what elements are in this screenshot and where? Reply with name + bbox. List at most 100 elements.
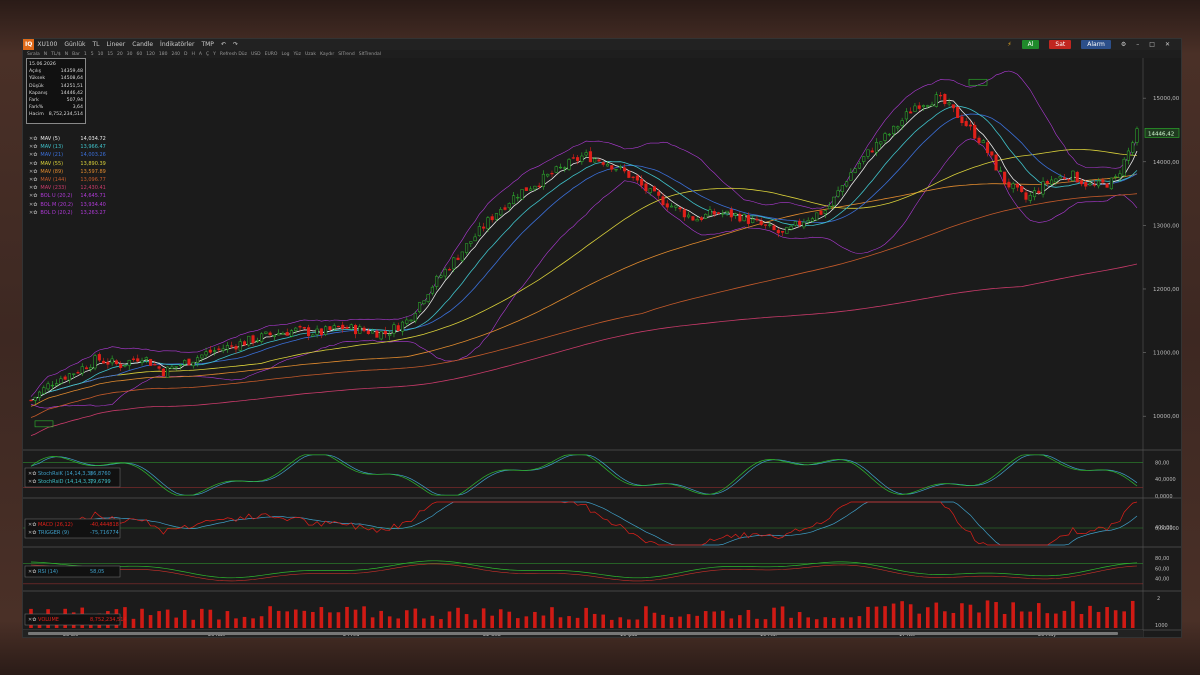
period-option[interactable]: 10 [98, 52, 104, 57]
plot-background [23, 58, 1181, 637]
period-selector[interactable]: Günlük [64, 41, 85, 48]
remove-icon: ✕✿ [28, 522, 36, 528]
candle-body [93, 355, 97, 369]
legend-item[interactable]: ✕✿ MAV (21) 14,003.26 [29, 151, 106, 159]
template-menu[interactable]: TMP [201, 41, 213, 48]
period-option[interactable]: H [192, 52, 195, 57]
period-option[interactable]: 5 [91, 52, 94, 57]
candle-body [985, 142, 990, 154]
candle-body [127, 359, 131, 366]
period-option[interactable]: Kaydır [320, 52, 334, 57]
maximize-icon[interactable]: □ [1149, 41, 1155, 48]
legend-item[interactable]: ✕✿ MAV (233) 12,430.41 [29, 184, 106, 192]
period-option[interactable]: Bar [72, 52, 80, 57]
remove-icon[interactable]: ✕✿ [29, 202, 37, 208]
period-option[interactable]: Uzak [305, 52, 316, 57]
candle-body [776, 229, 780, 234]
volume-bar [217, 619, 221, 628]
price-tick-label: 14000,00 [1153, 160, 1180, 166]
info-value: 8,752,234,514 [48, 112, 83, 118]
minimize-icon[interactable]: – [1136, 41, 1139, 48]
remove-icon[interactable]: ✕✿ [29, 210, 37, 216]
redo-icon[interactable]: ↷ [233, 41, 238, 48]
app-logo: IQ [23, 39, 35, 50]
period-option[interactable]: SItTrendal [359, 52, 381, 57]
candle-body [59, 378, 63, 384]
candle-body [695, 219, 699, 222]
legend-item[interactable]: ✕✿ MAV (5) 14,034.72 [29, 135, 106, 143]
remove-icon[interactable]: ✕✿ [29, 185, 37, 191]
horizontal-scrollbar[interactable] [28, 632, 1118, 635]
candle-body [610, 165, 614, 170]
candle-body [1003, 171, 1007, 184]
period-option[interactable]: SITrend [338, 52, 355, 57]
volume-bar [960, 603, 964, 628]
candle-body [584, 152, 588, 156]
period-option[interactable]: 240 [171, 52, 180, 57]
candle-body [97, 354, 101, 361]
remove-icon[interactable]: ✕✿ [29, 152, 37, 158]
remove-icon[interactable]: ✕✿ [29, 136, 37, 142]
chart-type-selector[interactable]: Candle [132, 41, 153, 48]
period-option[interactable]: 180 [159, 52, 168, 57]
period-option[interactable]: 30 [127, 52, 133, 57]
remove-icon[interactable]: ✕✿ [29, 161, 37, 167]
volume-bar [259, 616, 264, 628]
scale-selector[interactable]: Lineer [107, 41, 126, 48]
candle-body [161, 368, 165, 377]
currency-selector[interactable]: TL [93, 41, 100, 48]
legend-item[interactable]: ✕✿ MAV (55) 13,890.39 [29, 160, 106, 168]
period-option[interactable]: Log [281, 52, 289, 57]
remove-icon[interactable]: ✕✿ [29, 177, 37, 183]
remove-icon[interactable]: ✕✿ [29, 193, 37, 199]
info-value: 14251,51 [60, 83, 83, 89]
legend-item[interactable]: ✕✿ BOL U (20,2) 14,645.71 [29, 192, 106, 200]
period-option[interactable]: Y [213, 52, 216, 57]
period-option[interactable]: 120 [146, 52, 155, 57]
period-option[interactable]: TL/$ [51, 52, 61, 57]
candle-body [554, 166, 558, 173]
period-option[interactable]: N [44, 52, 47, 57]
period-option[interactable]: D [184, 52, 187, 57]
buy-button[interactable]: Al [1021, 40, 1040, 49]
period-option[interactable]: Yüz [293, 52, 300, 57]
candle-body [802, 221, 806, 228]
period-option[interactable]: EURO [265, 52, 278, 57]
volume-bar [627, 619, 631, 628]
alarm-button[interactable]: Alarm [1081, 40, 1111, 49]
volume-bar [994, 602, 998, 628]
volume-bar [473, 619, 477, 628]
period-option[interactable]: 15 [107, 52, 113, 57]
legend-item[interactable]: ✕✿ MAV (144) 13,096.77 [29, 176, 106, 184]
legend-item[interactable]: ✕✿ MAV (13) 13,966.47 [29, 143, 106, 151]
remove-icon[interactable]: ✕✿ [29, 169, 37, 175]
volume-tick-label: 1000 [1155, 623, 1168, 629]
legend-item[interactable]: ✕✿ BOL D (20,2) 13,263.27 [29, 209, 106, 217]
lightning-icon[interactable]: ⚡ [1007, 41, 1011, 48]
period-option[interactable]: 1 [84, 52, 87, 57]
candle-body [793, 221, 797, 226]
candle-body [383, 330, 387, 335]
indicators-menu[interactable]: İndikatörler [160, 41, 194, 48]
period-option[interactable]: Ç [206, 52, 209, 57]
period-option[interactable]: N [65, 52, 68, 57]
period-option[interactable]: 20 [117, 52, 123, 57]
period-option[interactable]: Refresh Düz [220, 52, 247, 57]
undo-icon[interactable]: ↶ [221, 41, 226, 48]
period-option[interactable]: Sırala [27, 52, 40, 57]
remove-icon[interactable]: ✕✿ [29, 144, 37, 150]
period-option[interactable]: USD [251, 52, 261, 57]
candle-body [926, 105, 930, 107]
symbol-selector[interactable]: XU100 [37, 41, 57, 48]
period-option[interactable]: 60 [137, 52, 143, 57]
period-option[interactable]: A [199, 52, 202, 57]
sell-button[interactable]: Sat [1049, 40, 1072, 49]
legend-item[interactable]: ✕✿ MAV (89) 13,597.89 [29, 168, 106, 176]
legend-item[interactable]: ✕✿ BOL M (20,2) 13,934.40 [29, 201, 106, 209]
info-label: Kapanış [29, 90, 48, 96]
close-icon[interactable]: ✕ [1165, 41, 1170, 48]
settings-icon[interactable]: ⚙ [1121, 41, 1126, 48]
candle-body [909, 111, 913, 114]
legend-value: 12,430.41 [80, 185, 106, 192]
chart-canvas[interactable]: 15000,00 14000,00 13000,00 12000,00 11000,00… [23, 58, 1181, 637]
